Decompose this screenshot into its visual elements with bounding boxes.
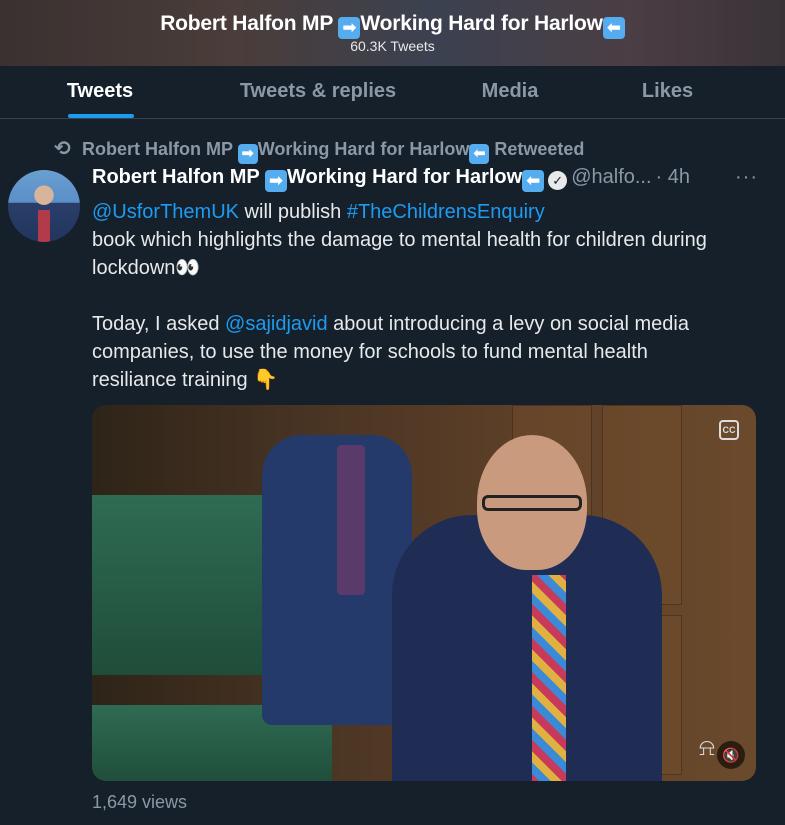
tweet-body: @UsforThemUK will publish #TheChildrensE… [92,198,772,394]
hashtag-link[interactable]: #TheChildrensEnquiry [347,201,545,223]
video-player[interactable]: CC ⍾ 🔇 [92,405,756,781]
profile-header: Robert Halfon MP ➡ Working Hard for Harlo… [0,0,785,66]
tweet-line: @UsforThemUK will publish #TheChildrensE… [92,201,545,223]
avatar[interactable] [8,170,80,242]
arrow-right-emoji-icon: ➡ [237,144,258,164]
arrow-left-emoji-icon: ⬅ [469,144,490,164]
closed-captions-icon[interactable]: CC [719,420,739,440]
speaker-glasses [482,495,582,511]
author-name[interactable]: Robert Halfon MP ➡ Working Hard for Harlo… [92,166,545,192]
verified-badge-icon: ✓ [548,171,568,190]
mention-link[interactable]: @sajidjavid [225,313,328,335]
retweet-context[interactable]: ⟲ Robert Halfon MP ➡ Working Hard for Harl… [54,136,584,164]
tab-tweets-replies[interactable]: Tweets & replies [208,66,428,119]
tab-tweets[interactable]: Tweets [30,66,170,119]
retweeter-name-2: Working Hard for Harlow [257,139,470,159]
tweet-count: 60.3K Tweets [350,38,435,54]
profile-tabs: Tweets Tweets & replies Media Likes [0,66,785,119]
seated-person-tie [337,445,365,595]
arrow-right-emoji-icon: ➡ [264,170,287,192]
tweet-author-line: Robert Halfon MP ➡ Working Hard for Harlo… [92,166,690,192]
tweet-line: resiliance training 👇 [92,369,279,391]
retweeted-label: Retweeted [494,139,585,159]
mention-link[interactable]: @UsforThemUK [92,201,239,223]
tab-media[interactable]: Media [455,66,565,119]
tweet-time[interactable]: · 4h [656,166,690,188]
tab-likes[interactable]: Likes [610,66,725,119]
retweet-icon: ⟲ [54,138,71,160]
tweet-line: book which highlights the damage to ment… [92,229,707,251]
tweet-line: lockdown👀 [92,257,201,279]
profile-display-name: Robert Halfon MP ➡ Working Hard for Harlo… [0,12,785,39]
active-tab-indicator [68,114,134,118]
arrow-left-emoji-icon: ⬅ [522,170,545,192]
portcullis-logo-icon: ⍾ [699,734,715,761]
name-text: Robert Halfon MP [160,12,333,35]
mute-icon[interactable]: 🔇 [717,741,745,769]
more-options-icon[interactable]: ··· [735,166,758,189]
avatar-detail [38,210,50,242]
view-count: 1,649 views [92,792,188,812]
tweet-line: companies, to use the money for schools … [92,341,648,363]
name-text-2: Working Hard for Harlow [360,12,603,35]
tweet-line: Today, I asked @sajidjavid about introdu… [92,313,689,335]
author-handle[interactable]: @halfo... [571,166,651,188]
arrow-right-emoji-icon: ➡ [338,17,361,39]
arrow-left-emoji-icon: ⬅ [602,17,625,39]
speaker-tie [532,575,566,781]
retweeter-name: Robert Halfon MP [82,139,233,159]
